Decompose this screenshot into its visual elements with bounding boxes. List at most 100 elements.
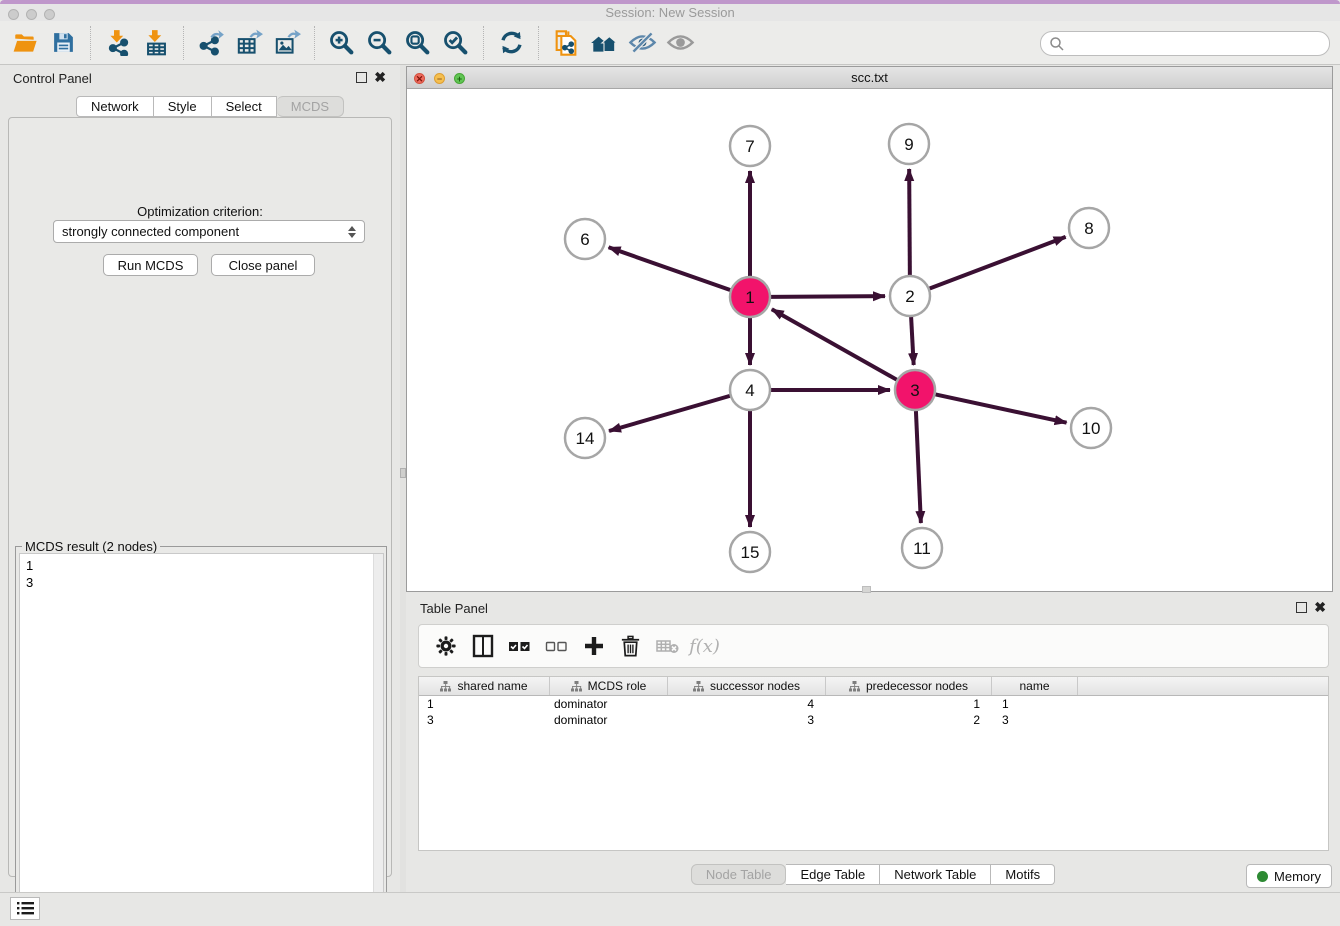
refresh-layout-button[interactable] <box>492 25 530 61</box>
show-column-selector-button[interactable] <box>464 628 501 664</box>
column-header-name[interactable]: name <box>992 677 1078 695</box>
export-image-button[interactable] <box>268 25 306 61</box>
search-icon <box>1049 36 1065 52</box>
cell-predecessor-nodes[interactable]: 2 <box>826 712 992 728</box>
toolbar-separator <box>314 26 315 60</box>
hide-panel-button[interactable] <box>623 25 661 61</box>
cell-MCDS-role[interactable]: dominator <box>550 696 668 712</box>
network-window-titlebar[interactable]: ✕ − + scc.txt <box>407 67 1332 89</box>
memory-button[interactable]: Memory <box>1246 864 1332 888</box>
column-type-icon <box>849 681 860 692</box>
search-input[interactable] <box>1040 31 1330 56</box>
edge-3-10[interactable] <box>936 394 1067 422</box>
optimization-criterion-select[interactable]: strongly connected component <box>53 220 365 243</box>
import-network-button[interactable] <box>99 25 137 61</box>
graph-node-label-6: 6 <box>580 230 589 249</box>
task-history-button[interactable] <box>10 897 40 920</box>
table-toolbar: f(x) <box>418 624 1329 668</box>
network-graph: 7968124314101511 <box>407 89 1332 591</box>
column-header-successor-nodes[interactable]: successor nodes <box>668 677 826 695</box>
show-panel-button[interactable] <box>661 25 699 61</box>
table-settings-button[interactable] <box>427 628 464 664</box>
edge-1-6[interactable] <box>609 247 731 290</box>
delete-table-icon <box>655 633 681 659</box>
tab-select[interactable]: Select <box>212 96 277 117</box>
open-folder-button[interactable] <box>6 25 44 61</box>
refresh-icon <box>498 29 525 56</box>
close-panel-icon[interactable]: ✖ <box>374 70 386 84</box>
close-panel-button[interactable]: Close panel <box>211 254 315 276</box>
cell-MCDS-role[interactable]: dominator <box>550 712 668 728</box>
tab-network[interactable]: Network <box>76 96 154 117</box>
tab-motifs[interactable]: Motifs <box>991 864 1055 885</box>
node-table[interactable]: shared name MCDS rolesuccessor nodes prede… <box>418 676 1329 851</box>
minimize-window-icon[interactable] <box>26 9 37 20</box>
tab-network-table[interactable]: Network Table <box>880 864 991 885</box>
column-header-label: predecessor nodes <box>866 679 968 693</box>
column-header-label: shared name <box>457 679 527 693</box>
column-type-icon <box>693 681 704 692</box>
select-all-columns-button[interactable] <box>501 628 538 664</box>
float-table-panel-icon[interactable] <box>1296 602 1307 613</box>
cell-successor-nodes[interactable]: 4 <box>668 696 826 712</box>
save-session-button[interactable] <box>44 25 82 61</box>
export-table-button[interactable] <box>230 25 268 61</box>
column-header-shared-name[interactable]: shared name <box>419 677 550 695</box>
zoom-selected-button[interactable] <box>437 25 475 61</box>
zoom-window-icon[interactable] <box>44 9 55 20</box>
list-icon <box>17 901 34 916</box>
column-header-predecessor-nodes[interactable]: predecessor nodes <box>826 677 992 695</box>
cell-shared-name[interactable]: 1 <box>419 696 550 712</box>
zoom-in-button[interactable] <box>323 25 361 61</box>
edge-2-9[interactable] <box>909 169 910 275</box>
float-panel-icon[interactable] <box>356 72 367 83</box>
tab-node-table[interactable]: Node Table <box>691 864 787 885</box>
deselect-all-columns-button[interactable] <box>538 628 575 664</box>
gear-icon <box>435 635 457 657</box>
delete-table-button[interactable] <box>649 628 686 664</box>
edge-3-1[interactable] <box>772 309 897 379</box>
column-header-MCDS-role[interactable]: MCDS role <box>550 677 668 695</box>
search-field-wrap <box>1040 31 1330 56</box>
control-panel-title: Control Panel <box>13 71 92 86</box>
edge-1-2[interactable] <box>771 296 885 297</box>
edge-4-14[interactable] <box>609 396 730 431</box>
edge-2-8[interactable] <box>930 237 1066 289</box>
cell-shared-name[interactable]: 3 <box>419 712 550 728</box>
mcds-result-scrollbar[interactable] <box>373 554 383 920</box>
cell-name[interactable]: 1 <box>992 696 1078 712</box>
zoom-fit-button[interactable] <box>399 25 437 61</box>
delete-column-button[interactable] <box>612 628 649 664</box>
node-table-rows: 1dominator4113dominator323 <box>419 696 1328 728</box>
zoom-out-icon <box>366 29 394 57</box>
cell-name[interactable]: 3 <box>992 712 1078 728</box>
export-network-button[interactable] <box>192 25 230 61</box>
mcds-tab-panel: Optimization criterion: strongly connect… <box>8 117 392 877</box>
zoom-out-button[interactable] <box>361 25 399 61</box>
open-folder-icon <box>12 30 38 56</box>
function-builder-button[interactable]: f(x) <box>686 628 723 664</box>
close-window-icon[interactable] <box>8 9 19 20</box>
network-canvas[interactable]: 7968124314101511 <box>407 89 1332 591</box>
tab-mcds[interactable]: MCDS <box>277 96 344 117</box>
home-layout-button[interactable] <box>585 25 623 61</box>
horizontal-splitter-grip[interactable] <box>862 586 871 593</box>
create-column-button[interactable] <box>575 628 612 664</box>
tab-style[interactable]: Style <box>154 96 212 117</box>
zoom-fit-icon <box>404 29 432 57</box>
clone-network-button[interactable] <box>547 25 585 61</box>
node-table-header: shared name MCDS rolesuccessor nodes prede… <box>419 677 1328 696</box>
tab-edge-table[interactable]: Edge Table <box>786 864 880 885</box>
table-row[interactable]: 1dominator411 <box>419 696 1328 712</box>
export-image-icon <box>274 29 301 56</box>
cell-successor-nodes[interactable]: 3 <box>668 712 826 728</box>
graph-node-label-8: 8 <box>1084 219 1093 238</box>
import-table-button[interactable] <box>137 25 175 61</box>
edge-3-11[interactable] <box>916 411 921 523</box>
cell-predecessor-nodes[interactable]: 1 <box>826 696 992 712</box>
mcds-result-textarea[interactable]: 1 3 <box>19 553 384 921</box>
edge-2-3[interactable] <box>911 317 914 365</box>
close-table-panel-icon[interactable]: ✖ <box>1314 600 1326 614</box>
table-row[interactable]: 3dominator323 <box>419 712 1328 728</box>
run-mcds-button[interactable]: Run MCDS <box>103 254 198 276</box>
